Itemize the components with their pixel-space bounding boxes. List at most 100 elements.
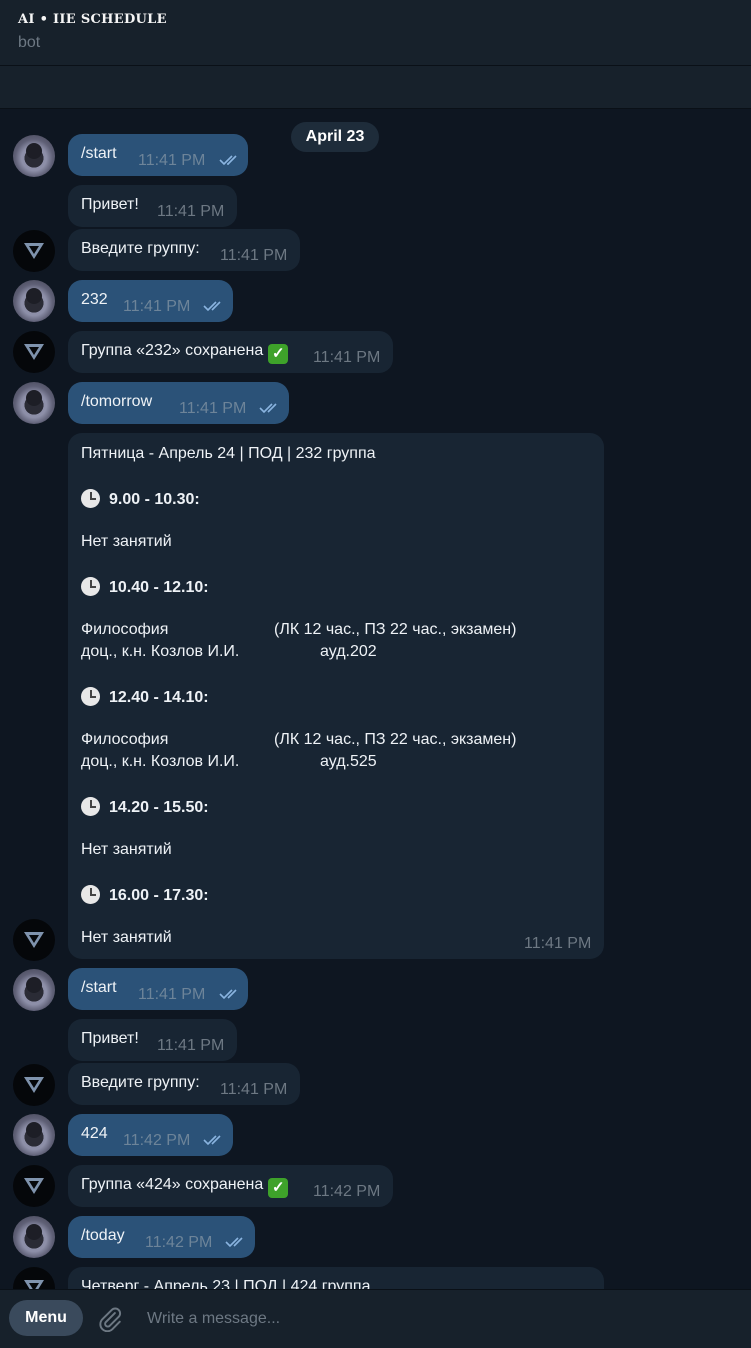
bot-avatar[interactable] bbox=[13, 919, 55, 961]
chat-header[interactable]: AI • IIE SCHEDULE bot bbox=[0, 0, 751, 66]
slot-info: Нет занятий bbox=[81, 533, 172, 550]
double-check-icon bbox=[219, 989, 237, 1000]
room-number: ауд.525 bbox=[320, 753, 377, 770]
chat-title: AI • IIE SCHEDULE bbox=[18, 12, 167, 27]
message-time: 11:41 PM bbox=[220, 247, 288, 264]
schedule-slot-time: 14.20 - 15.50: bbox=[81, 797, 209, 817]
slot-info: Нет занятий bbox=[81, 841, 172, 858]
chat-subtitle: bot bbox=[18, 34, 41, 51]
paperclip-icon[interactable] bbox=[97, 1306, 123, 1332]
outgoing-message[interactable]: /start 11:41 PM bbox=[68, 134, 248, 176]
bot-avatar[interactable] bbox=[13, 1267, 55, 1289]
message-text: 232 bbox=[81, 291, 108, 308]
message-text: /tomorrow bbox=[81, 393, 153, 410]
incoming-message[interactable]: Введите группу: 11:41 PM bbox=[68, 229, 300, 271]
user-avatar[interactable] bbox=[13, 1114, 55, 1156]
message-time: 11:42 PM bbox=[123, 1132, 191, 1149]
message-time: 11:42 PM bbox=[145, 1234, 213, 1251]
room-number: ауд.202 bbox=[320, 643, 377, 660]
incoming-message[interactable]: Введите группу: 11:41 PM bbox=[68, 1063, 300, 1105]
bot-logo-icon bbox=[24, 932, 44, 948]
bot-logo-icon bbox=[24, 344, 44, 360]
message-time: 11:41 PM bbox=[313, 349, 381, 366]
user-avatar[interactable] bbox=[13, 135, 55, 177]
clock-emoji-icon bbox=[81, 489, 100, 508]
slot-time-text: 16.00 - 17.30: bbox=[109, 887, 209, 904]
message-list[interactable]: April 23 /start 11:41 PM Привет! 11:41 P… bbox=[0, 109, 751, 1289]
user-avatar[interactable] bbox=[13, 280, 55, 322]
message-time: 11:41 PM bbox=[220, 1081, 288, 1098]
outgoing-message[interactable]: /start 11:41 PM bbox=[68, 968, 248, 1010]
message-text: 424 bbox=[81, 1125, 108, 1142]
slot-info: Нет занятий bbox=[81, 929, 172, 946]
incoming-message[interactable]: Четверг - Апрель 23 | ПОД | 424 группа bbox=[68, 1267, 604, 1289]
bot-logo-icon bbox=[24, 1280, 44, 1289]
subject-name: Философия bbox=[81, 621, 169, 638]
message-composer: Menu bbox=[0, 1289, 751, 1348]
double-check-icon bbox=[259, 403, 277, 414]
message-time: 11:41 PM bbox=[157, 1037, 225, 1054]
bot-logo-icon bbox=[24, 1077, 44, 1093]
message-text: Привет! bbox=[81, 1030, 139, 1047]
slot-time-text: 12.40 - 14.10: bbox=[109, 689, 209, 706]
outgoing-message[interactable]: 232 11:41 PM bbox=[68, 280, 233, 322]
message-text: Четверг - Апрель 23 | ПОД | 424 группа bbox=[81, 1278, 371, 1289]
double-check-icon bbox=[203, 301, 221, 312]
message-text: /today bbox=[81, 1227, 125, 1244]
schedule-message[interactable]: Пятница - Апрель 24 | ПОД | 232 группа 9… bbox=[68, 433, 604, 959]
schedule-slot-time: 16.00 - 17.30: bbox=[81, 885, 209, 905]
date-pill: April 23 bbox=[291, 122, 379, 152]
incoming-message[interactable]: Привет! 11:41 PM bbox=[68, 1019, 237, 1061]
message-text-wrap: Группа «424» сохранена ✓ bbox=[81, 1176, 289, 1198]
message-time: 11:41 PM bbox=[138, 152, 206, 169]
bot-logo-icon bbox=[24, 243, 44, 259]
slot-time-text: 9.00 - 10.30: bbox=[109, 491, 200, 508]
user-avatar[interactable] bbox=[13, 1216, 55, 1258]
outgoing-message[interactable]: /tomorrow 11:41 PM bbox=[68, 382, 289, 424]
message-text: Группа «232» сохранена bbox=[81, 342, 264, 359]
header-subbar bbox=[0, 66, 751, 109]
check-mark-emoji-icon: ✓ bbox=[268, 1178, 289, 1198]
slot-time-text: 14.20 - 15.50: bbox=[109, 799, 209, 816]
user-avatar[interactable] bbox=[13, 969, 55, 1011]
slot-time-text: 10.40 - 12.10: bbox=[109, 579, 209, 596]
clock-emoji-icon bbox=[81, 687, 100, 706]
clock-emoji-icon bbox=[81, 797, 100, 816]
bot-logo-icon bbox=[24, 1178, 44, 1194]
clock-emoji-icon bbox=[81, 577, 100, 596]
message-time: 11:41 PM bbox=[138, 986, 206, 1003]
user-avatar[interactable] bbox=[13, 382, 55, 424]
schedule-slot-time: 12.40 - 14.10: bbox=[81, 687, 209, 707]
subject-hours: (ЛК 12 час., ПЗ 22 час., экзамен) bbox=[274, 621, 517, 638]
outgoing-message[interactable]: 424 11:42 PM bbox=[68, 1114, 233, 1156]
menu-button[interactable]: Menu bbox=[9, 1300, 83, 1336]
double-check-icon bbox=[225, 1237, 243, 1248]
message-input[interactable] bbox=[145, 1305, 709, 1333]
message-time: 11:41 PM bbox=[157, 203, 225, 220]
bot-avatar[interactable] bbox=[13, 331, 55, 373]
double-check-icon bbox=[203, 1135, 221, 1146]
message-text: Группа «424» сохранена bbox=[81, 1176, 264, 1193]
message-text: Привет! bbox=[81, 196, 139, 213]
incoming-message[interactable]: Привет! 11:41 PM bbox=[68, 185, 237, 227]
schedule-slot-time: 10.40 - 12.10: bbox=[81, 577, 209, 597]
bot-avatar[interactable] bbox=[13, 1165, 55, 1207]
check-mark-emoji-icon: ✓ bbox=[268, 344, 289, 364]
message-time: 11:41 PM bbox=[179, 400, 247, 417]
incoming-message[interactable]: Группа «424» сохранена ✓ 11:42 PM bbox=[68, 1165, 393, 1207]
double-check-icon bbox=[219, 155, 237, 166]
teacher-name: доц., к.н. Козлов И.И. bbox=[81, 753, 240, 770]
subject-hours: (ЛК 12 час., ПЗ 22 час., экзамен) bbox=[274, 731, 517, 748]
message-time: 11:41 PM bbox=[524, 935, 592, 952]
message-text: /start bbox=[81, 145, 117, 162]
clock-emoji-icon bbox=[81, 885, 100, 904]
incoming-message[interactable]: Группа «232» сохранена ✓ 11:41 PM bbox=[68, 331, 393, 373]
outgoing-message[interactable]: /today 11:42 PM bbox=[68, 1216, 255, 1258]
message-text: Введите группу: bbox=[81, 1074, 200, 1091]
message-text-wrap: Группа «232» сохранена ✓ bbox=[81, 342, 289, 364]
bot-avatar[interactable] bbox=[13, 1064, 55, 1106]
message-time: 11:41 PM bbox=[123, 298, 191, 315]
bot-avatar[interactable] bbox=[13, 230, 55, 272]
message-time: 11:42 PM bbox=[313, 1183, 381, 1200]
subject-name: Философия bbox=[81, 731, 169, 748]
